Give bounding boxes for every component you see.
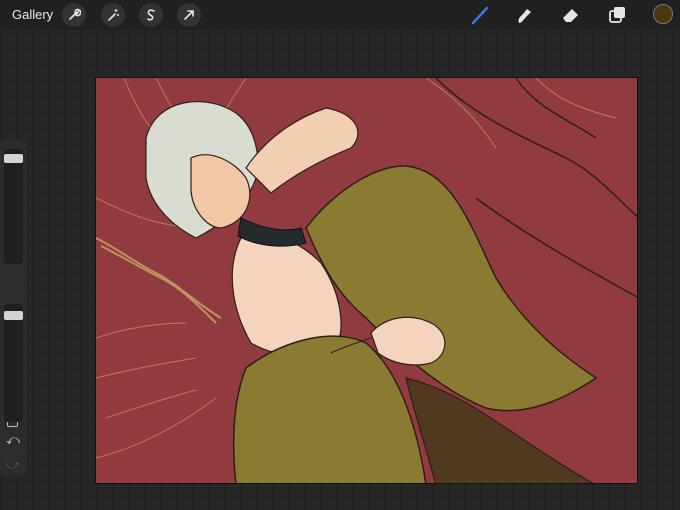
smudge-icon[interactable] (511, 3, 537, 27)
brush-size-thumb[interactable] (4, 154, 23, 163)
drawing-canvas[interactable] (95, 77, 638, 484)
opacity-slider[interactable] (4, 304, 23, 422)
redo-icon[interactable]: ⤻ (6, 457, 20, 473)
top-toolbar: Gallery (0, 0, 680, 30)
transform-arrow-icon[interactable] (177, 3, 201, 27)
selection-icon[interactable] (139, 3, 163, 27)
eraser-icon[interactable] (558, 3, 584, 27)
opacity-thumb[interactable] (4, 311, 23, 320)
layers-icon[interactable] (604, 3, 630, 27)
gallery-button[interactable]: Gallery (12, 7, 53, 22)
undo-icon[interactable]: ⤺ (6, 432, 20, 448)
brush-icon[interactable] (467, 3, 493, 27)
left-sidebar: ⤺ ⤻ (0, 139, 27, 475)
magic-wand-icon[interactable] (101, 3, 125, 27)
brush-size-slider[interactable] (4, 149, 23, 264)
artwork (96, 78, 637, 483)
wrench-icon[interactable] (62, 3, 86, 27)
current-color-swatch[interactable] (653, 4, 673, 24)
